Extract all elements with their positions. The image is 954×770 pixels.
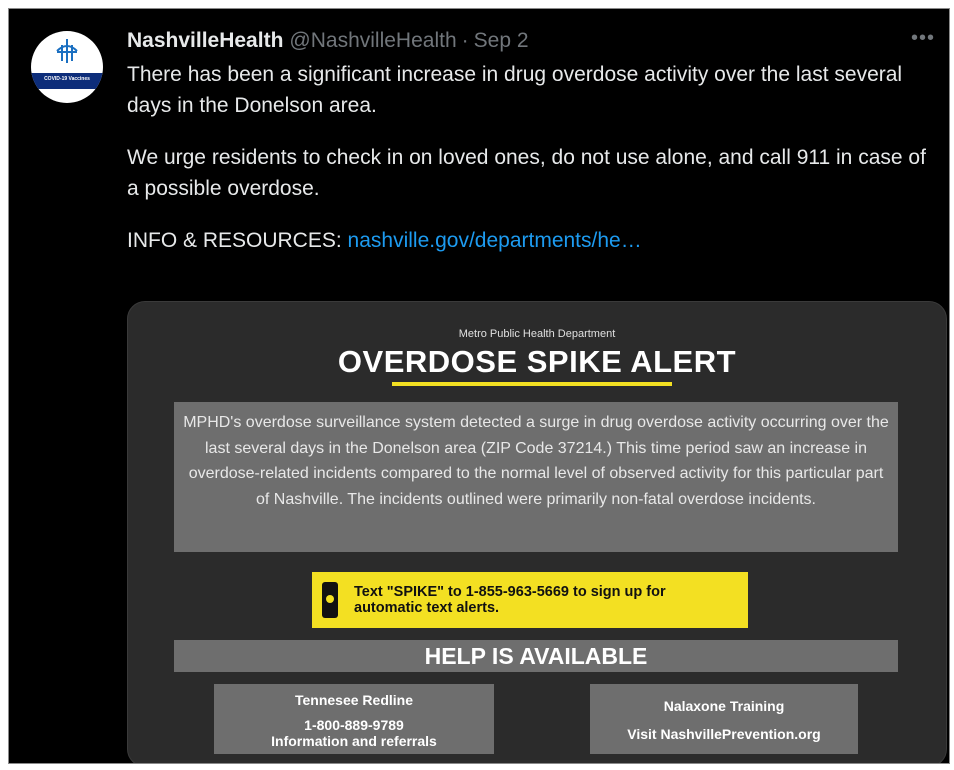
tweet-paragraph-1: There has been a significant increase in… — [127, 63, 903, 117]
redline-phone: 1-800-889-9789 — [304, 717, 404, 733]
separator-dot: · — [461, 29, 469, 52]
tweet-date[interactable]: Sep 2 — [474, 29, 529, 53]
alert-title: OVERDOSE SPIKE ALERT — [337, 344, 737, 379]
nalaxone-box: Nalaxone Training Visit NashvillePrevent… — [590, 684, 858, 754]
tweet-paragraph-2: We urge residents to check in on loved o… — [127, 146, 926, 200]
phone-icon — [322, 582, 338, 618]
resources-link[interactable]: nashville.gov/departments/he… — [348, 229, 642, 252]
author-handle[interactable]: @NashvilleHealth — [289, 29, 456, 53]
tweet-image-card[interactable]: Metro Public Health Department OVERDOSE … — [127, 301, 947, 763]
more-horizontal-icon[interactable]: ••• — [911, 27, 935, 50]
redline-box: Tennesee Redline 1-800-889-9789 Informat… — [214, 684, 494, 754]
title-underline — [392, 382, 672, 386]
tweet-resources: INFO & RESOURCES: nashville.gov/departme… — [127, 225, 942, 256]
redline-contact: 1-800-889-9789 Information and referrals — [214, 717, 494, 749]
sms-signup-text: Text "SPIKE" to 1-855-963-5669 to sign u… — [354, 584, 666, 616]
alert-description: MPHD's overdose surveillance system dete… — [174, 402, 898, 552]
help-available-banner: HELP IS AVAILABLE — [174, 640, 898, 672]
nalaxone-title: Nalaxone Training — [663, 698, 785, 714]
author-name[interactable]: NashvilleHealth — [127, 29, 283, 53]
avatar-banner-text: COVID-19 Vaccines — [44, 76, 90, 82]
health-logo-icon — [56, 39, 78, 63]
tweet-text: There has been a significant increase in… — [127, 59, 942, 277]
avatar[interactable]: COVID-19 Vaccines — [31, 31, 103, 103]
redline-description: Information and referrals — [271, 733, 437, 749]
nalaxone-link: Visit NashvillePrevention.org — [627, 726, 821, 742]
resources-label: INFO & RESOURCES: — [127, 229, 342, 252]
tweet-container: COVID-19 Vaccines NashvilleHealth @Nashv… — [8, 8, 950, 764]
sms-signup-box: Text "SPIKE" to 1-855-963-5669 to sign u… — [312, 572, 748, 628]
department-label: Metro Public Health Department — [458, 328, 616, 340]
tweet-header: NashvilleHealth @NashvilleHealth · Sep 2… — [127, 27, 939, 55]
redline-title: Tennesee Redline — [294, 692, 413, 708]
